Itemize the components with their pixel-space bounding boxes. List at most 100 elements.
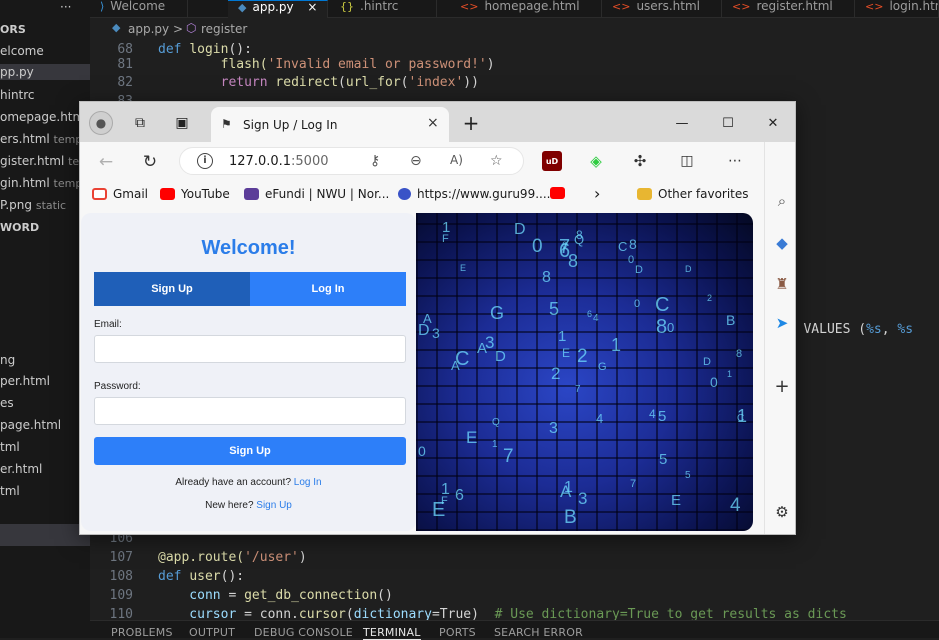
breadcrumb-file[interactable]: app.py <box>128 22 169 36</box>
tab-login[interactable]: <> login.htm <box>855 0 939 18</box>
signup-submit-button[interactable]: Sign Up <box>94 437 406 465</box>
address-url: 127.0.0.1:5000 <box>229 154 329 169</box>
panel-tab-ports[interactable]: PORTS <box>439 626 476 639</box>
send-icon[interactable]: ➤ <box>771 312 793 334</box>
explorer-item-app-py[interactable]: pp.py <box>0 64 90 80</box>
tag-icon[interactable]: ◆ <box>771 232 793 254</box>
games-icon[interactable]: ♜ <box>771 273 793 295</box>
other-favorites[interactable]: Other favorites <box>637 187 749 201</box>
panel-tab-search-error[interactable]: SEARCH ERROR <box>494 626 583 639</box>
matrix-glyph: 2 <box>577 346 588 367</box>
browser-tab-active[interactable]: ⚑ Sign Up / Log In × <box>211 107 449 142</box>
html-icon: <> <box>732 0 751 13</box>
read-aloud-icon[interactable]: A) <box>450 153 463 167</box>
maximize-button[interactable]: ☐ <box>714 112 742 134</box>
line-number: 107 <box>109 550 133 565</box>
page-viewport: Welcome! Sign Up Log In Email: Password:… <box>81 213 753 531</box>
matrix-glyph: 8 <box>656 316 668 338</box>
profile-avatar[interactable]: ● <box>89 111 113 135</box>
explorer-item[interactable]: ng <box>0 352 15 368</box>
workspaces-icon[interactable]: ⧉ <box>128 111 152 135</box>
close-icon[interactable]: × <box>307 1 317 14</box>
explorer-item[interactable]: tml <box>0 483 20 499</box>
key-icon[interactable]: ⚷ <box>370 153 380 169</box>
email-field[interactable] <box>94 335 406 363</box>
bookmark-guru99[interactable]: https://www.guru99.... <box>398 187 550 201</box>
matrix-glyph: 1 <box>727 369 733 379</box>
explorer-item-users[interactable]: ers.html temp <box>0 131 82 148</box>
breadcrumb-symbol[interactable]: register <box>201 22 247 36</box>
code-token: def <box>158 569 190 584</box>
bookmark-label: Gmail <box>113 187 149 201</box>
tab-users[interactable]: <> users.html <box>602 0 722 18</box>
back-icon[interactable]: ← <box>94 150 118 174</box>
zoom-icon[interactable]: ⊖ <box>410 153 422 169</box>
explorer-item-label: pp.py <box>0 65 34 79</box>
breadcrumb-separator: > <box>173 22 184 36</box>
split-screen-icon[interactable]: ◫ <box>677 151 697 171</box>
new-tab-button[interactable]: + <box>459 111 483 135</box>
more-actions-icon[interactable]: ··· <box>60 0 71 14</box>
password-field[interactable] <box>94 397 406 425</box>
signup-tab-button[interactable]: Sign Up <box>94 272 250 306</box>
site-info-icon[interactable]: i <box>197 153 213 169</box>
login-tab-button[interactable]: Log In <box>250 272 406 306</box>
matrix-glyph: 5 <box>549 299 560 319</box>
bookmark-youtube[interactable]: YouTube <box>160 187 230 201</box>
search-icon[interactable]: ⌕ <box>771 190 793 212</box>
signup-link[interactable]: Sign Up <box>256 500 292 511</box>
settings-gear-icon[interactable]: ⚙ <box>771 501 793 523</box>
welcome-heading: Welcome! <box>201 237 296 259</box>
explorer-item-label: ers.html <box>0 132 50 146</box>
vertical-tabs-icon[interactable]: ▣ <box>170 111 194 135</box>
address-bar[interactable]: i 127.0.0.1:5000 ⚷ ⊖ A) ☆ <box>179 147 524 175</box>
explorer-item[interactable]: er.html <box>0 461 42 477</box>
matrix-glyph: 0 <box>532 236 543 257</box>
favorite-star-icon[interactable]: ☆ <box>490 153 503 169</box>
bookmark-youtube-2[interactable] <box>550 187 571 199</box>
refresh-icon[interactable]: ↻ <box>138 150 162 174</box>
matrix-glyph: A <box>560 482 572 501</box>
code-token: user <box>189 569 221 584</box>
tab-app-py[interactable]: ◆ app.py × <box>228 0 328 18</box>
bookmark-efundi[interactable]: eFundi | NWU | Nor... <box>244 187 389 201</box>
explorer-item-login[interactable]: gin.html templ <box>0 175 85 192</box>
explorer-item-png[interactable]: P.png static <box>0 197 66 214</box>
login-link[interactable]: Log In <box>294 477 322 488</box>
matrix-glyph: F <box>442 233 449 245</box>
login-prompt-text: Already have an account? <box>175 477 292 488</box>
tab-register[interactable]: <> register.html <box>722 0 855 18</box>
ublock-icon[interactable]: uD <box>542 151 562 171</box>
add-icon[interactable]: + <box>771 375 793 397</box>
minimize-button[interactable]: — <box>668 112 696 134</box>
more-options-icon[interactable]: ⋯ <box>725 151 745 171</box>
extensions-icon[interactable]: ✣ <box>630 151 650 171</box>
matrix-glyph: D <box>514 221 526 238</box>
explorer-item[interactable]: per.html <box>0 373 50 389</box>
explorer-selected-row[interactable] <box>0 524 90 546</box>
more-bookmarks-icon[interactable]: › <box>594 184 600 203</box>
matrix-glyph: E <box>466 428 478 447</box>
eye-extension-icon[interactable]: ◈ <box>586 151 606 171</box>
explorer-item[interactable]: es <box>0 395 14 411</box>
code-token: ) <box>298 550 307 565</box>
tab-welcome[interactable]: ⟩ Welcome <box>90 0 188 18</box>
explorer-item-register[interactable]: gister.html te <box>0 153 79 170</box>
explorer-item-label: elcome <box>0 44 44 58</box>
matrix-glyph: 8 <box>629 236 637 252</box>
bookmark-gmail[interactable]: Gmail <box>92 187 148 201</box>
explorer-item[interactable]: page.html <box>0 417 61 433</box>
explorer-item[interactable]: tml <box>0 439 20 455</box>
explorer-item-welcome[interactable]: elcome <box>0 43 44 59</box>
tab-hintrc[interactable]: {} .hintrc <box>330 0 437 18</box>
panel-tab-debug-console[interactable]: DEBUG CONSOLE <box>254 626 353 639</box>
explorer-item-hintrc[interactable]: hintrc <box>0 87 35 103</box>
panel-tab-output[interactable]: OUTPUT <box>189 626 235 639</box>
close-window-button[interactable]: ✕ <box>759 112 787 134</box>
explorer-item-homepage[interactable]: omepage.html <box>0 109 88 125</box>
tab-close-icon[interactable]: × <box>427 115 439 131</box>
tab-homepage[interactable]: <> homepage.html <box>450 0 602 18</box>
panel-tab-problems[interactable]: PROBLEMS <box>111 626 173 639</box>
matrix-glyph: 0 <box>667 320 675 335</box>
